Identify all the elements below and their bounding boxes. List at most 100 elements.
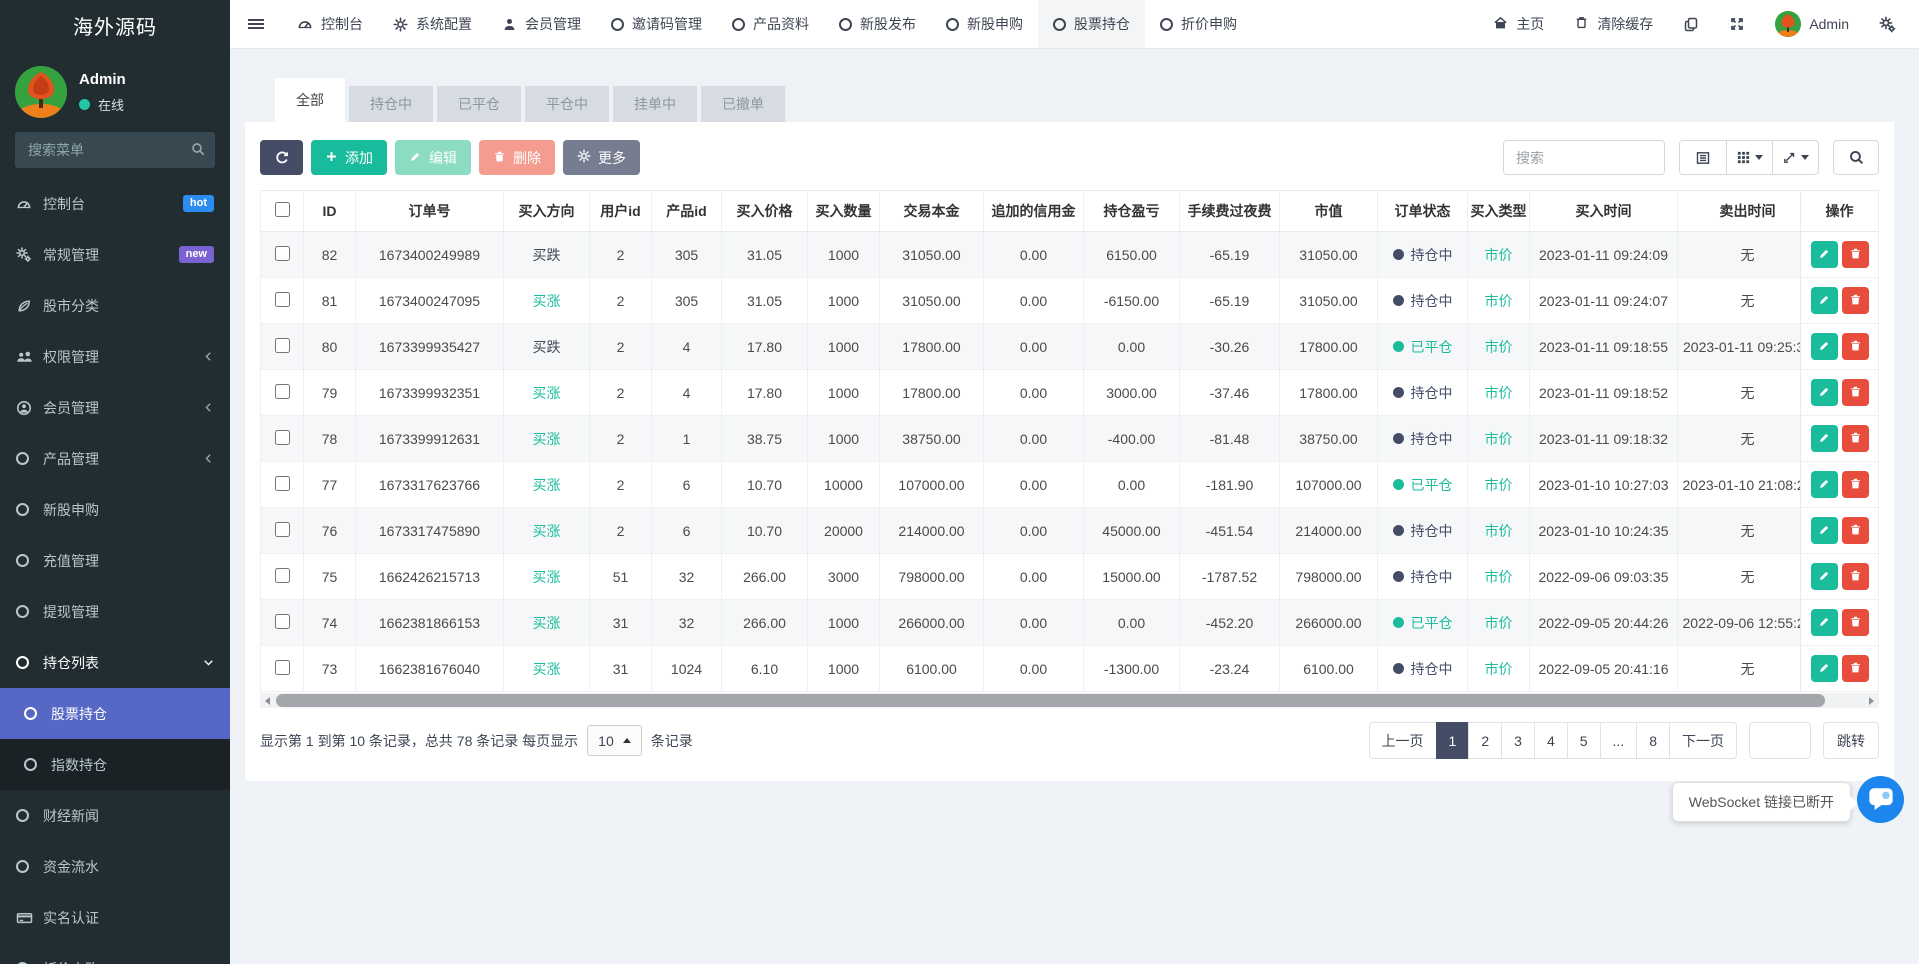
row-delete-button[interactable] [1842,563,1869,590]
row-edit-button[interactable] [1811,563,1838,590]
row-edit-button[interactable] [1811,471,1838,498]
row-checkbox[interactable] [275,338,290,353]
topnav-user[interactable]: Admin [1760,0,1864,48]
topnav-item-控制台[interactable]: 控制台 [282,0,378,48]
table-search-input[interactable] [1503,140,1665,175]
home-link[interactable]: 主页 [1478,0,1559,48]
sidebar-item-财经新闻[interactable]: 财经新闻 [0,790,230,841]
sidebar-item-股市分类[interactable]: 股市分类 [0,280,230,331]
sidebar-item-资金流水[interactable]: 资金流水 [0,841,230,892]
page-size-select[interactable]: 10 [587,725,642,756]
horizontal-scrollbar[interactable] [260,693,1879,708]
select-all-checkbox[interactable] [275,202,290,217]
topnav-item-折价申购[interactable]: 折价申购 [1145,0,1252,48]
row-checkbox[interactable] [275,614,290,629]
row-checkbox[interactable] [275,384,290,399]
sidebar-search-input[interactable] [15,132,215,168]
tab-持仓中[interactable]: 持仓中 [349,86,433,122]
settings-cogs-icon[interactable] [1864,0,1911,48]
row-delete-button[interactable] [1842,241,1869,268]
export-icon[interactable] [1772,141,1818,174]
row-edit-button[interactable] [1811,379,1838,406]
search-icon[interactable] [190,141,206,160]
sidebar-subitem-指数持仓[interactable]: 指数持仓 [0,739,230,790]
search-icon[interactable] [1833,140,1879,175]
scroll-left-arrow[interactable] [260,693,275,708]
row-checkbox[interactable] [275,246,290,261]
row-edit-button[interactable] [1811,287,1838,314]
page-button-3[interactable]: 3 [1501,722,1535,759]
sidebar-item-新股申购[interactable]: 新股申购 [0,484,230,535]
topnav-item-系统配置[interactable]: 系统配置 [378,0,487,48]
chat-button[interactable] [1857,776,1904,823]
tab-已撤单[interactable]: 已撤单 [701,86,785,122]
cell-order_no: 1662426215713 [356,554,504,600]
clear-cache-button[interactable]: 清除缓存 [1559,0,1668,48]
tab-已平仓[interactable]: 已平仓 [437,86,521,122]
sidebar-subitem-股票持仓[interactable]: 股票持仓 [0,688,230,739]
row-edit-button[interactable] [1811,517,1838,544]
tab-全部[interactable]: 全部 [275,78,345,122]
row-edit-button[interactable] [1811,425,1838,452]
row-checkbox[interactable] [275,476,290,491]
page-button-下一页[interactable]: 下一页 [1669,722,1737,759]
jump-button[interactable]: 跳转 [1823,722,1879,759]
row-edit-button[interactable] [1811,241,1838,268]
sidebar-item-常规管理[interactable]: 常规管理new [0,229,230,280]
page-button-上一页[interactable]: 上一页 [1369,722,1437,759]
sidebar-item-控制台[interactable]: 控制台hot [0,178,230,229]
page-button-5[interactable]: 5 [1567,722,1601,759]
sidebar-item-充值管理[interactable]: 充值管理 [0,535,230,586]
sidebar-item-提现管理[interactable]: 提现管理 [0,586,230,637]
row-delete-button[interactable] [1842,517,1869,544]
sidebar-item-折价申购[interactable]: 折价申购 [0,943,230,964]
scroll-right-arrow[interactable] [1864,693,1879,708]
more-button[interactable]: 更多 [563,140,640,175]
topnav-item-新股申购[interactable]: 新股申购 [931,0,1038,48]
sidebar-item-产品管理[interactable]: 产品管理 [0,433,230,484]
topnav-item-产品资料[interactable]: 产品资料 [717,0,824,48]
sidebar-item-实名认证[interactable]: 实名认证 [0,892,230,943]
topnav-item-会员管理[interactable]: 会员管理 [487,0,596,48]
page-button-...[interactable]: ... [1600,722,1638,759]
sidebar-item-权限管理[interactable]: 权限管理 [0,331,230,382]
page-button-4[interactable]: 4 [1534,722,1568,759]
row-delete-button[interactable] [1842,287,1869,314]
row-delete-button[interactable] [1842,425,1869,452]
page-button-1[interactable]: 1 [1436,722,1470,759]
scrollbar-thumb[interactable] [276,694,1825,707]
hamburger-menu-icon[interactable] [230,0,282,48]
page-button-2[interactable]: 2 [1468,722,1502,759]
delete-button[interactable]: 删除 [479,140,555,175]
sidebar-item-会员管理[interactable]: 会员管理 [0,382,230,433]
jump-page-input[interactable] [1749,722,1811,759]
topnav-item-股票持仓[interactable]: 股票持仓 [1038,0,1145,48]
row-delete-button[interactable] [1842,379,1869,406]
row-edit-button[interactable] [1811,609,1838,636]
row-checkbox[interactable] [275,430,290,445]
row-delete-button[interactable] [1842,333,1869,360]
topnav-item-邀请码管理[interactable]: 邀请码管理 [596,0,717,48]
sidebar-item-持仓列表[interactable]: 持仓列表 [0,637,230,688]
row-edit-button[interactable] [1811,655,1838,682]
edit-button[interactable]: 编辑 [395,140,471,175]
row-delete-button[interactable] [1842,609,1869,636]
cell-status: 持仓中 [1378,646,1468,692]
fullscreen-icon[interactable] [1714,0,1760,48]
row-checkbox[interactable] [275,660,290,675]
refresh-button[interactable] [260,140,303,175]
row-checkbox[interactable] [275,568,290,583]
add-button[interactable]: 添加 [311,140,387,175]
columns-icon[interactable] [1726,141,1772,174]
tab-挂单中[interactable]: 挂单中 [613,86,697,122]
detail-view-icon[interactable] [1680,141,1726,174]
row-checkbox[interactable] [275,292,290,307]
row-delete-button[interactable] [1842,471,1869,498]
row-checkbox[interactable] [275,522,290,537]
row-edit-button[interactable] [1811,333,1838,360]
topnav-item-新股发布[interactable]: 新股发布 [824,0,931,48]
copy-icon[interactable] [1668,0,1714,48]
page-button-8[interactable]: 8 [1636,722,1670,759]
tab-平仓中[interactable]: 平仓中 [525,86,609,122]
row-delete-button[interactable] [1842,655,1869,682]
